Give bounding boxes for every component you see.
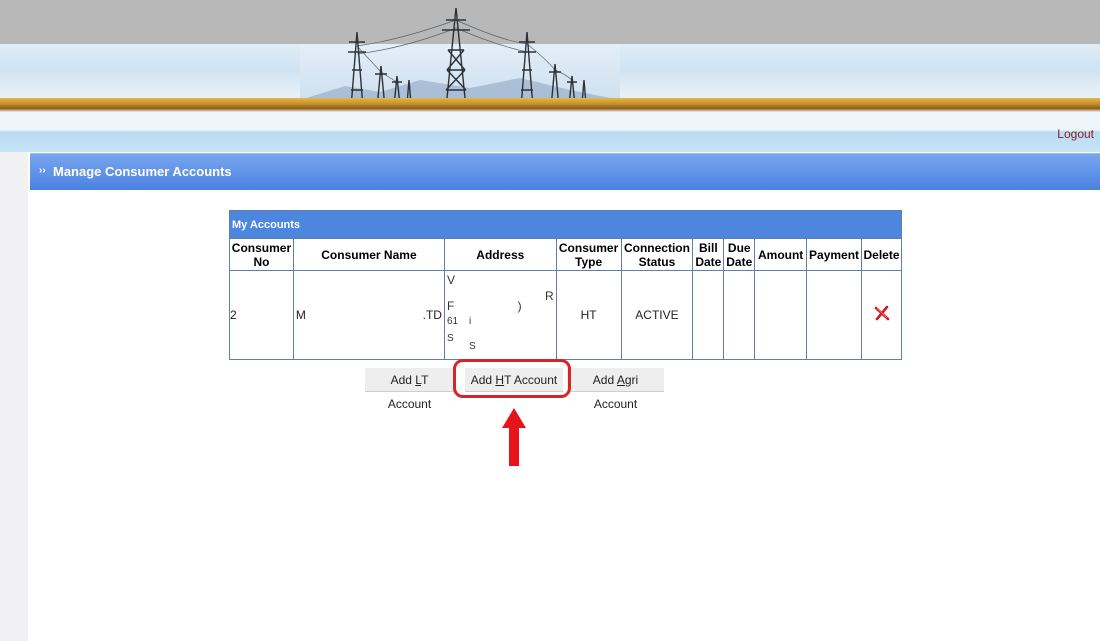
add-agri-label-prefix: Add — [592, 373, 617, 387]
address-fragment: S — [468, 341, 476, 352]
consumer-name-cell: M .TD — [292, 270, 445, 360]
left-rail — [0, 152, 28, 641]
address-cell: V R F ) 61 i S S — [443, 270, 557, 360]
add-agri-access-key: A — [616, 373, 625, 387]
add-agri-account-button[interactable]: Add Agri Account — [567, 368, 664, 411]
add-lt-label-prefix: Add — [390, 373, 416, 387]
logout-link[interactable]: Logout — [1057, 127, 1094, 141]
col-connection-status: Connection Status — [620, 238, 694, 271]
page-title: Manage Consumer Accounts — [53, 164, 232, 179]
address-fragment: ) — [517, 299, 522, 313]
col-bill-date: Bill Date — [692, 238, 725, 271]
payment-cell — [806, 270, 862, 360]
consumer-name-start: M — [295, 308, 306, 322]
table-row: 2 M .TD V R F ) 61 i S S HT ACTIVE — [229, 270, 902, 360]
annotation-highlight-box — [453, 359, 571, 398]
address-fragment: i — [468, 316, 472, 327]
address-fragment: S — [446, 333, 454, 344]
address-fragment: R — [544, 289, 554, 303]
address-fragment: V — [446, 273, 455, 287]
red-up-arrow-icon — [502, 408, 526, 466]
col-due-date: Due Date — [723, 238, 756, 271]
section-header: ›› Manage Consumer Accounts — [30, 153, 1100, 190]
banner-gold-strip — [0, 98, 1100, 112]
bill-date-cell — [692, 270, 725, 360]
add-lt-account-button[interactable]: Add LT Account — [365, 368, 454, 411]
col-consumer-name: Consumer Name — [292, 238, 445, 271]
consumer-no-cell: 2 — [229, 270, 294, 360]
amount-cell — [754, 270, 808, 360]
header-banner — [0, 0, 1100, 112]
table-header-row: Consumer No Consumer Name Address Consum… — [229, 238, 902, 271]
due-date-cell — [723, 270, 756, 360]
col-payment: Payment — [806, 238, 862, 271]
connection-status-cell: ACTIVE — [620, 270, 694, 360]
table-caption: My Accounts — [229, 210, 902, 239]
power-line-towers-image — [300, 7, 620, 109]
col-amount: Amount — [754, 238, 808, 271]
address-fragment: 61 — [446, 316, 459, 327]
col-address: Address — [443, 238, 557, 271]
delete-cell — [861, 270, 902, 360]
top-nav-bar — [0, 112, 1100, 152]
double-chevron-right-icon: ›› — [39, 165, 46, 176]
col-consumer-no: Consumer No — [229, 238, 294, 271]
delete-x-icon[interactable] — [874, 304, 890, 326]
accounts-table: My Accounts Consumer No Consumer Name Ad… — [229, 210, 902, 360]
col-consumer-type: Consumer Type — [555, 238, 622, 271]
consumer-name-end: .TD — [422, 308, 442, 322]
address-fragment: F — [446, 299, 455, 313]
col-delete: Delete — [861, 238, 902, 271]
consumer-type-cell: HT — [555, 270, 622, 360]
